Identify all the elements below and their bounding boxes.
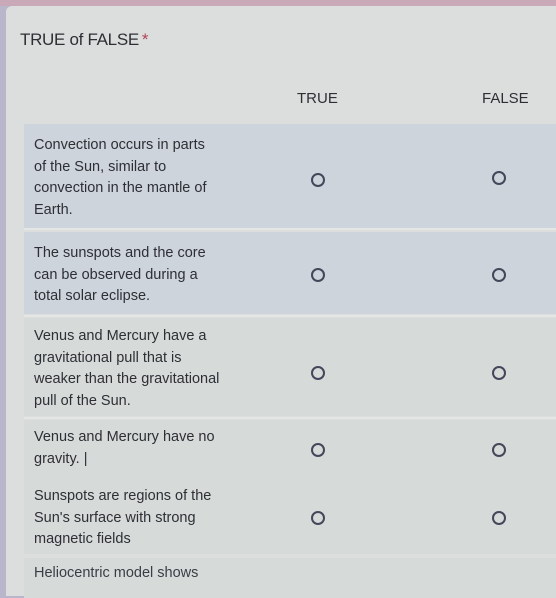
radio-false[interactable] [492,171,506,185]
statement-line: The sunspots and the core [34,245,206,261]
grid-row: Convection occurs in parts of the Sun, s… [24,124,556,228]
statement-line: gravitational pull that is [34,349,182,366]
grid-row: Sunspots are regions of the Sun's surfac… [24,482,556,554]
radio-false[interactable] [492,366,506,380]
row-divider [24,228,556,230]
radio-true[interactable] [311,443,325,457]
statement-line: Sun's surface with strong [34,509,196,526]
statement-line: Sunspots are regions of the [34,488,212,504]
statement-line: magnetic fields [34,531,131,547]
radio-true[interactable] [311,511,325,525]
column-header-true: TRUE [297,90,338,107]
statement-line: total solar eclipse. [34,288,151,304]
statement-line: Heliocentric model shows [34,565,199,581]
required-asterisk: * [141,30,149,49]
statement-line: of the Sun, similar to [34,158,167,175]
row-statement: Heliocentric model shows [34,563,234,585]
radio-true[interactable] [311,173,325,187]
row-statement: Sunspots are regions of the Sun's surfac… [34,486,234,551]
statement-line: weaker than the gravitational [34,371,220,387]
statement-line: gravity. | [34,450,88,467]
column-header-false: FALSE [482,90,529,107]
statement-line: pull of the Sun. [34,392,131,409]
row-statement: Convection occurs in parts of the Sun, s… [34,135,234,221]
radio-false[interactable] [492,268,506,282]
radio-true[interactable] [311,268,325,282]
row-statement: Venus and Mercury have no gravity. | [34,427,234,470]
statement-line: Venus and Mercury have no [34,429,215,445]
statement-line: Convection occurs in parts [34,137,205,153]
statement-line: Earth. [34,201,73,218]
statement-line: can be observed during a [34,266,198,283]
question-title-text: TRUE of FALSE [20,30,139,49]
grid-row: Heliocentric model shows [24,558,556,598]
radio-false[interactable] [492,443,506,457]
radio-true[interactable] [311,366,325,380]
row-divider [24,417,556,419]
radio-false[interactable] [492,511,506,525]
statement-line: Venus and Mercury have a [34,328,207,344]
statement-line: convection in the mantle of [34,180,207,196]
grid-row: The sunspots and the core can be observe… [24,232,556,314]
grid-row: Venus and Mercury have a gravitational p… [24,318,556,416]
row-divider [24,315,556,317]
question-title: TRUE of FALSE * [20,30,149,50]
grid-row: Venus and Mercury have no gravity. | [24,420,556,482]
row-statement: Venus and Mercury have a gravitational p… [34,326,234,412]
row-statement: The sunspots and the core can be observe… [34,243,234,308]
